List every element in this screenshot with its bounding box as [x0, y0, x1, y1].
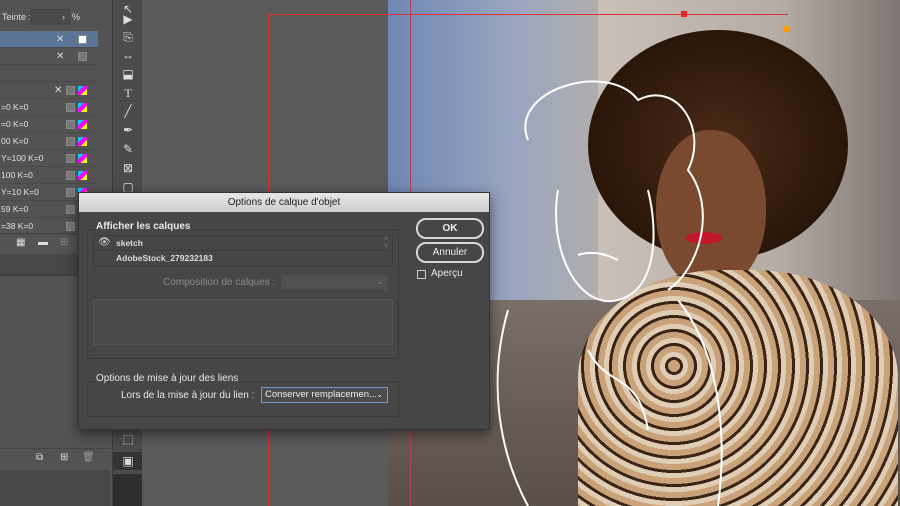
layer-name: AdobeStock_279232183 [116, 253, 213, 263]
checkbox-box[interactable] [417, 270, 426, 279]
registration-icon [78, 52, 87, 61]
process-color-icon [66, 222, 75, 231]
process-color-icon [66, 120, 75, 129]
tint-label: Teinte : [2, 12, 32, 22]
swatch-row[interactable] [0, 65, 98, 82]
swatch-name: =38 K=0 [1, 221, 34, 231]
pencil-tool-icon[interactable]: ✎ [113, 140, 143, 158]
layer-comp-comment [93, 299, 393, 345]
swatch-row[interactable]: 00 K=0 [0, 133, 98, 150]
process-color-icon [66, 171, 75, 180]
swatch-row[interactable]: =0 K=0 [0, 116, 98, 133]
content-collector-icon[interactable]: ⬓ [113, 65, 143, 83]
swatch-name: 100 K=0 [1, 170, 33, 180]
page-tool-icon[interactable]: ⎘ [113, 28, 143, 46]
layer-comp-label: Composition de calques : [163, 277, 276, 288]
object-layer-options-dialog: Options de calque d'objet Afficher les c… [78, 192, 490, 430]
process-color-icon [66, 154, 75, 163]
preview-mode-icon[interactable]: ▣ [113, 452, 143, 470]
tint-unit: % [72, 12, 81, 22]
tint-input[interactable]: › [30, 9, 70, 25]
layer-name: sketch [116, 238, 143, 248]
swatch-row[interactable]: ✕ [0, 48, 98, 65]
show-layers-label: Afficher les calques [96, 221, 194, 232]
process-color-icon [66, 103, 75, 112]
sketch-layer [496, 80, 723, 506]
ok-button[interactable]: OK [416, 218, 484, 239]
layers-list: 👁 sketch AdobeStock_279232183 ˄ ˅ [93, 235, 393, 267]
swatch-row[interactable]: Y=100 K=0 [0, 150, 98, 167]
swatch-row[interactable]: =0 K=0 [0, 99, 98, 116]
pen-tool-icon[interactable]: ✒ [113, 121, 143, 139]
trash-icon[interactable]: 🗑 [82, 452, 95, 463]
no-print-icon: ✕ [56, 51, 65, 62]
layer-comp-select[interactable]: ⌄ [281, 274, 388, 290]
preview-label: Aperçu [431, 268, 463, 279]
process-color-icon [66, 137, 75, 146]
no-print-icon: ✕ [56, 34, 65, 45]
swatch-name: Y=100 K=0 [1, 153, 44, 163]
swatch-name: =0 K=0 [1, 119, 29, 129]
process-color-icon [66, 205, 75, 214]
layers-footer: ⧉ ⊞ 🗑 [0, 448, 110, 468]
link-options-label: Options de mise à jour des liens [96, 373, 242, 384]
folder-icon[interactable]: ▬ [38, 237, 48, 248]
swatch-row[interactable]: ✕ [0, 31, 98, 48]
panel-bottom [0, 470, 110, 506]
new-swatch-icon[interactable]: ⊞ [60, 237, 68, 248]
swatch-row[interactable]: 100 K=0 [0, 167, 98, 184]
swatch-row[interactable]: ✕ [0, 82, 98, 99]
preview-checkbox[interactable]: Aperçu [417, 268, 487, 282]
eye-icon[interactable]: 👁 [98, 237, 111, 248]
cancel-button[interactable]: Annuler [416, 242, 484, 263]
new-layer-icon[interactable]: ⊞ [60, 452, 68, 463]
direct-selection-icon[interactable]: ▶ [113, 10, 143, 28]
line-tool-icon[interactable]: ╱ [113, 102, 143, 120]
process-color-icon [66, 188, 75, 197]
layer-row-adobestock[interactable]: AdobeStock_279232183 [94, 251, 390, 266]
toolbar-bottom [113, 474, 143, 506]
process-color-icon [66, 86, 75, 95]
gap-tool-icon[interactable]: ↔ [113, 46, 143, 64]
swatch-name: 00 K=0 [1, 136, 29, 146]
layer-row-sketch[interactable]: 👁 sketch [94, 236, 390, 251]
link-update-value: Conserver remplacemen... [265, 389, 377, 400]
cmyk-icon [78, 120, 87, 129]
link-update-select[interactable]: Conserver remplacemen... ⌄ [261, 387, 388, 403]
cmyk-icon [78, 171, 87, 180]
link-update-label: Lors de la mise à jour du lien : [121, 390, 255, 401]
cmyk-icon [78, 154, 87, 163]
frame-handle[interactable] [784, 26, 790, 32]
type-tool-icon[interactable]: T [113, 84, 143, 102]
cmyk-icon [78, 137, 87, 146]
no-print-icon: ✕ [54, 85, 63, 96]
swatch-name: =0 K=0 [1, 102, 29, 112]
rectangle-frame-icon[interactable]: ⊠ [113, 159, 143, 177]
tint-control: Teinte : › % [0, 8, 100, 26]
view-mode-icon[interactable]: ⬚ [113, 430, 143, 448]
swatch-name: 59 K=0 [1, 204, 29, 214]
layer-options-icon[interactable]: ⧉ [36, 452, 43, 463]
layers-scrollbar[interactable]: ˄ ˅ [381, 236, 391, 266]
margin-guide [388, 14, 788, 15]
none-swatch-icon [78, 35, 87, 44]
cmyk-icon [78, 86, 87, 95]
new-color-group-icon[interactable]: ▦ [16, 237, 25, 248]
swatch-name: Y=10 K=0 [1, 187, 39, 197]
frame-handle[interactable] [681, 11, 687, 17]
margin-guide [268, 14, 388, 15]
cmyk-icon [78, 103, 87, 112]
dialog-title: Options de calque d'objet [79, 193, 489, 212]
